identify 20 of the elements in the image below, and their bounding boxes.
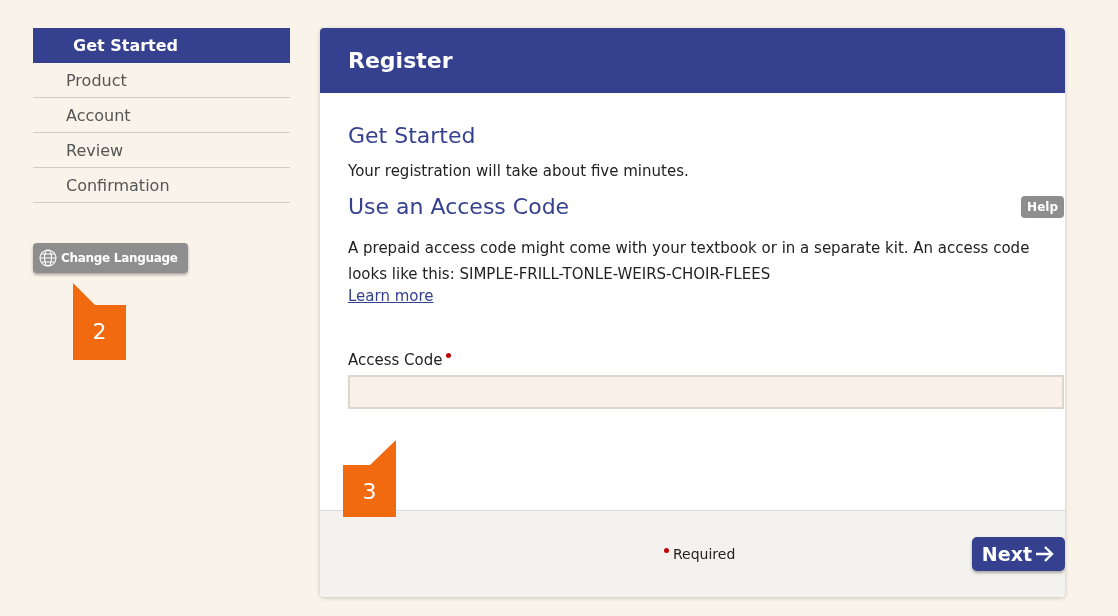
arrow-right-icon bbox=[1035, 545, 1055, 563]
panel-title: Register bbox=[320, 28, 1065, 93]
callout-number: 2 bbox=[91, 319, 108, 344]
section-heading: Use an Access Code bbox=[348, 194, 570, 219]
sidebar-step[interactable]: Account bbox=[33, 98, 290, 133]
step-heading: Get Started bbox=[348, 123, 477, 148]
intro-text: Your registration will take about five minutes. bbox=[348, 162, 690, 180]
required-dot bbox=[664, 548, 669, 553]
description-text: A prepaid access code might come with your textbook or in a separate kit. An access code looks like this: SIMPLE-FRILL-TONLE-WEIRS-CHOIR-FLEES bbox=[348, 238, 1031, 285]
globe-icon bbox=[39, 249, 57, 267]
field-label: Access Code bbox=[348, 351, 443, 369]
access-code-field[interactable] bbox=[348, 375, 1064, 409]
sidebar-step[interactable]: Product bbox=[33, 63, 290, 98]
sidebar-step[interactable]: Confirmation bbox=[33, 168, 290, 203]
sidebar-step[interactable]: Review bbox=[33, 133, 290, 168]
sidebar-step[interactable]: Get Started bbox=[33, 28, 290, 63]
next-button[interactable]: Next bbox=[971, 537, 1065, 571]
learn-more-link[interactable]: Learn more bbox=[348, 287, 434, 305]
required-note: Required bbox=[673, 546, 736, 562]
callout-number: 3 bbox=[361, 479, 378, 504]
